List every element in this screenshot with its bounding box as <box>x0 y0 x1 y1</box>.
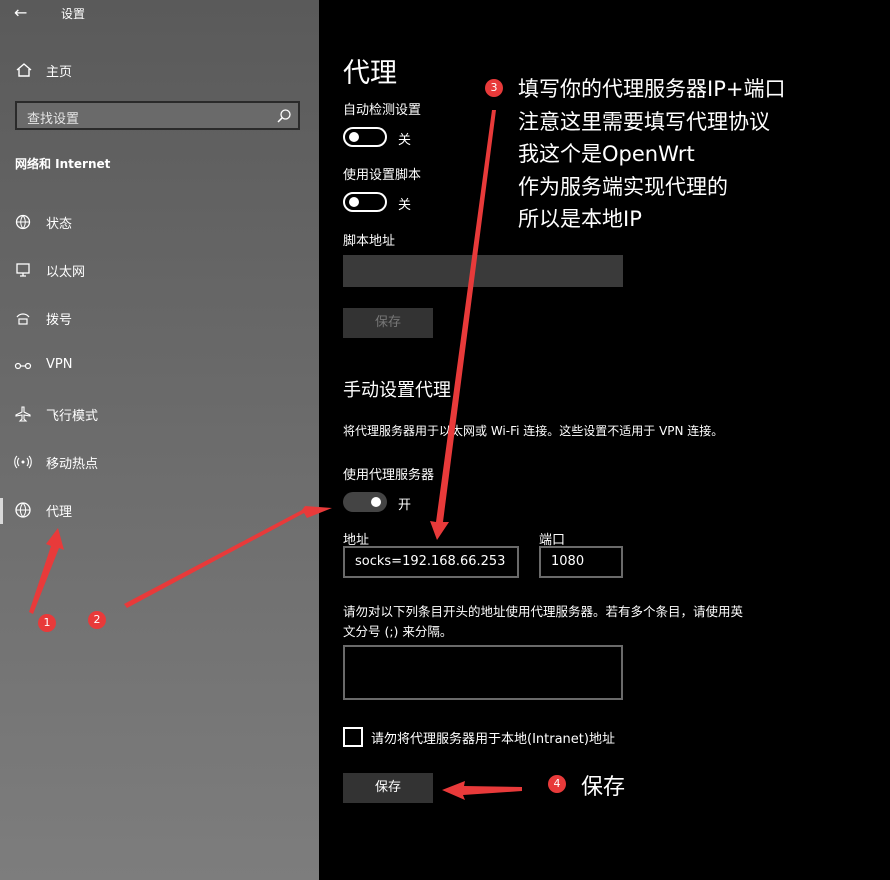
annotation-line: 所以是本地IP <box>518 207 642 231</box>
annotation-arrow-4 <box>442 781 522 800</box>
annotation-badge-1: 1 <box>38 614 56 632</box>
annotation-line: 注意这里需要填写代理协议 <box>518 109 770 134</box>
annotation-line: 填写你的代理服务器IP+端口 <box>518 77 786 101</box>
annotation-arrow-1 <box>29 528 64 614</box>
annotation-arrow-3 <box>430 110 496 540</box>
annotation-line: 作为服务端实现代理的 <box>518 174 728 199</box>
annotation-badge-4: 4 <box>548 775 566 793</box>
annotation-note-3: 填写你的代理服务器IP+端口 注意这里需要填写代理协议 我这个是OpenWrt … <box>518 73 785 236</box>
annotation-badge-3: 3 <box>485 79 503 97</box>
annotation-note-4: 保存 <box>581 775 626 800</box>
annotation-arrow-2 <box>124 506 332 608</box>
annotation-line: 我这个是OpenWrt <box>518 142 695 166</box>
annotation-badge-2: 2 <box>88 611 106 629</box>
